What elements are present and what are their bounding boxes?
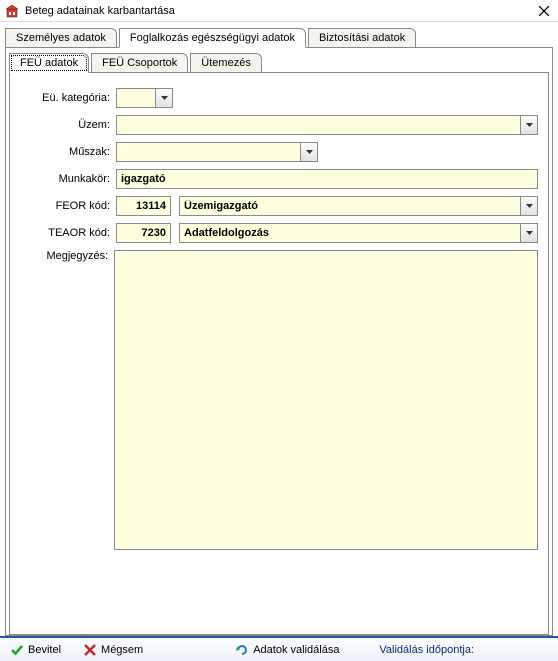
megsem-button[interactable]: Mégsem xyxy=(77,641,149,659)
dropdown-feor-icon[interactable] xyxy=(521,196,538,216)
row-feor: FEOR kód: xyxy=(20,196,538,216)
textarea-megjegyzes[interactable] xyxy=(114,250,538,550)
label-muszak: Műszak: xyxy=(20,146,116,158)
validalas-idopontja-label: Validálás időpontja: xyxy=(375,644,474,656)
label-eu-kategoria: Eü. kategória: xyxy=(20,92,116,104)
combo-teaor-desc[interactable] xyxy=(179,223,538,243)
check-icon xyxy=(10,643,24,657)
input-teaor-desc[interactable] xyxy=(179,223,521,243)
input-feor-desc[interactable] xyxy=(179,196,521,216)
tab-biztositasi[interactable]: Biztosítási adatok xyxy=(308,28,416,47)
tab-szemelyes-adatok[interactable]: Személyes adatok xyxy=(5,28,117,47)
label-feor: FEOR kód: xyxy=(20,200,116,212)
row-megjegyzes: Megjegyzés: xyxy=(20,250,538,550)
dropdown-muszak-icon[interactable] xyxy=(301,142,318,162)
row-uzem: Üzem: xyxy=(20,115,538,135)
statusbar: Bevitel Mégsem Adatok validálása Validál… xyxy=(0,636,558,661)
row-munkakor: Munkakör: xyxy=(20,169,538,189)
label-munkakor: Munkakör: xyxy=(20,173,116,185)
dropdown-teaor-icon[interactable] xyxy=(521,223,538,243)
dropdown-eu-kategoria-icon[interactable] xyxy=(156,88,173,108)
dropdown-uzem-icon[interactable] xyxy=(521,115,538,135)
adatok-validalasa-button[interactable]: Adatok validálása xyxy=(229,641,345,659)
tab-foglalkozas[interactable]: Foglalkozás egészségügyi adatok xyxy=(119,28,306,48)
sub-tab-row: FEÜ adatok FEÜ Csoportok Ütemezés xyxy=(9,52,549,72)
input-uzem[interactable] xyxy=(116,115,521,135)
subtab-feu-csoportok[interactable]: FEÜ Csoportok xyxy=(91,53,188,72)
row-teaor: TEAOR kód: xyxy=(20,223,538,243)
form-panel: Eü. kategória: Üzem: xyxy=(9,72,549,635)
subtab-feu-adatok[interactable]: FEÜ adatok xyxy=(9,53,89,73)
main-tab-panel: FEÜ adatok FEÜ Csoportok Ütemezés Eü. ka… xyxy=(5,47,553,636)
main-tab-row: Személyes adatok Foglalkozás egészségügy… xyxy=(5,27,553,47)
close-button[interactable] xyxy=(534,1,554,21)
app-icon xyxy=(4,3,20,19)
combo-feor-desc[interactable] xyxy=(179,196,538,216)
combo-eu-kategoria[interactable] xyxy=(116,88,173,108)
label-megjegyzes: Megjegyzés: xyxy=(20,250,114,262)
titlebar: Beteg adatainak karbantartása xyxy=(0,0,558,22)
row-muszak: Műszak: xyxy=(20,142,538,162)
subtab-utemezes[interactable]: Ütemezés xyxy=(190,53,262,72)
label-teaor: TEAOR kód: xyxy=(20,227,116,239)
input-munkakor[interactable] xyxy=(116,169,538,189)
bevitel-label: Bevitel xyxy=(28,644,61,656)
input-teaor-code[interactable] xyxy=(116,223,171,243)
combo-uzem[interactable] xyxy=(116,115,538,135)
row-eu-kategoria: Eü. kategória: xyxy=(20,88,538,108)
megsem-label: Mégsem xyxy=(101,644,143,656)
x-icon xyxy=(83,643,97,657)
bevitel-button[interactable]: Bevitel xyxy=(4,641,67,659)
input-muszak[interactable] xyxy=(116,142,301,162)
input-eu-kategoria[interactable] xyxy=(116,88,156,108)
refresh-icon xyxy=(235,643,249,657)
input-feor-code[interactable] xyxy=(116,196,171,216)
window-title: Beteg adatainak karbantartása xyxy=(25,5,534,17)
combo-muszak[interactable] xyxy=(116,142,318,162)
content-area: Személyes adatok Foglalkozás egészségügy… xyxy=(0,22,558,636)
label-uzem: Üzem: xyxy=(20,119,116,131)
adatok-validalasa-label: Adatok validálása xyxy=(253,644,339,656)
